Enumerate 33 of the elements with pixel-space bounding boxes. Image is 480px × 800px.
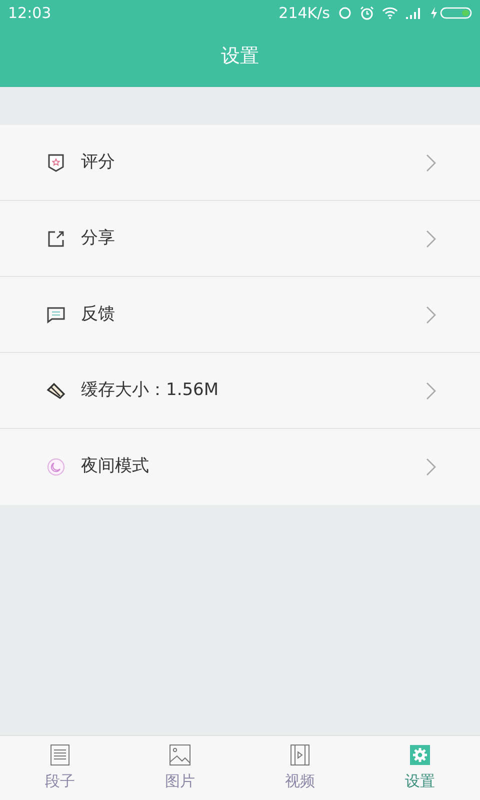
alarm-icon <box>360 6 374 20</box>
chevron-icon <box>426 382 436 400</box>
chevron-icon <box>426 458 436 476</box>
film-icon <box>288 743 312 768</box>
settings-item[interactable]: 反馈 <box>0 277 480 353</box>
moon-icon <box>46 457 66 477</box>
battery-icon <box>430 6 472 20</box>
chat-icon <box>46 304 66 324</box>
settings-item[interactable]: 夜间模式 <box>0 429 480 505</box>
tab[interactable]: 设置 <box>360 736 480 800</box>
item-label: 反馈 <box>81 302 116 326</box>
settings-item[interactable]: 评分 <box>0 125 480 201</box>
brush-icon <box>46 380 66 400</box>
settings-item[interactable]: 缓存大小：1.56M <box>0 353 480 429</box>
sync-icon <box>338 6 352 20</box>
network-speed: 214K/s <box>278 2 330 24</box>
share-icon <box>46 228 66 248</box>
chevron-icon <box>426 154 436 172</box>
page-title: 设置 <box>221 44 259 70</box>
item-label: 评分 <box>81 150 116 174</box>
settings-icon <box>408 743 432 768</box>
item-label: 分享 <box>81 226 116 250</box>
chevron-icon <box>426 230 436 248</box>
settings-item[interactable]: 分享 <box>0 201 480 277</box>
wifi-icon <box>382 7 398 19</box>
image-icon <box>168 743 192 768</box>
status-time: 12:03 <box>8 2 52 24</box>
rating-badge-icon <box>46 152 66 172</box>
item-label: 夜间模式 <box>81 455 150 478</box>
chevron-icon <box>426 306 436 324</box>
item-label: 缓存大小：1.56M <box>81 378 220 402</box>
signal-icon <box>406 7 422 19</box>
document-icon <box>48 743 72 768</box>
